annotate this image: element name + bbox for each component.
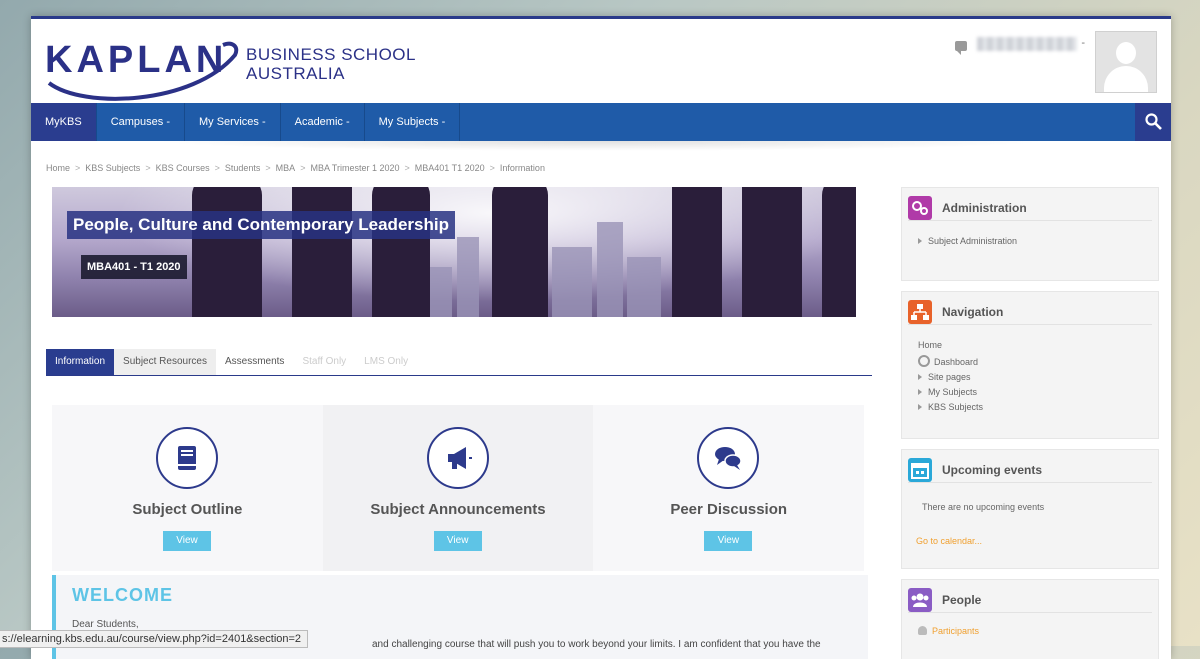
main-navbar: MyKBS Campuses - My Services - Academic … (31, 103, 1171, 141)
nav-my-subjects-link[interactable]: My Subjects (918, 387, 983, 397)
course-tabs: Information Subject Resources Assessment… (46, 349, 872, 376)
dashboard-icon (918, 355, 930, 367)
megaphone-icon (426, 427, 489, 489)
tab-assessments[interactable]: Assessments (216, 349, 293, 375)
nav-item-academic[interactable]: Academic - (281, 103, 365, 141)
no-events-text: There are no upcoming events (922, 502, 1045, 512)
breadcrumb: Home > KBS Subjects > KBS Courses > Student… (46, 163, 545, 173)
nav-item-campuses[interactable]: Campuses - (97, 103, 185, 141)
breadcrumb-item[interactable]: Home (46, 163, 70, 173)
cogs-icon (908, 196, 932, 220)
people-block: People Participants (901, 579, 1159, 659)
view-subject-announcements-button[interactable]: View (433, 531, 482, 551)
logo-line-2: AUSTRALIA (246, 64, 345, 83)
user-caret[interactable]: - (1081, 37, 1085, 49)
logo-line-1: BUSINESS SCHOOL (246, 45, 416, 64)
tab-information[interactable]: Information (46, 349, 115, 375)
page: KAPLAN BUSINESS SCHOOL AUSTRALIA - MyKBS… (31, 16, 1171, 659)
view-subject-outline-button[interactable]: View (163, 531, 211, 551)
user-name-blurred[interactable] (977, 37, 1078, 51)
nav-shadow (151, 141, 1051, 151)
calendar-icon (908, 458, 932, 482)
course-banner: People, Culture and Contemporary Leaders… (52, 187, 856, 317)
logo-word: KAPLAN (45, 39, 228, 81)
course-title: People, Culture and Contemporary Leaders… (67, 211, 455, 239)
view-peer-discussion-button[interactable]: View (704, 531, 753, 551)
nav-item-mykbs[interactable]: MyKBS (31, 103, 97, 141)
resource-cards: Subject Outline View Subject Announcemen… (52, 405, 864, 571)
go-to-calendar-link[interactable]: Go to calendar... (916, 536, 982, 546)
book-icon (156, 427, 218, 489)
welcome-heading: WELCOME (72, 585, 173, 605)
subject-administration-item[interactable]: Subject Administration (918, 236, 1017, 246)
kaplan-logo[interactable]: KAPLAN BUSINESS SCHOOL AUSTRALIA (43, 25, 443, 105)
search-button[interactable] (1135, 103, 1171, 141)
upcoming-events-block: Upcoming events There are no upcoming ev… (901, 449, 1159, 569)
nav-item-my-subjects[interactable]: My Subjects - (365, 103, 461, 141)
avatar[interactable] (1095, 31, 1157, 93)
course-code: MBA401 - T1 2020 (81, 255, 187, 279)
messages-icon[interactable] (955, 41, 968, 55)
breadcrumb-current: Information (499, 163, 545, 173)
user-menu[interactable]: - (955, 31, 1157, 93)
nav-kbs-subjects-link[interactable]: KBS Subjects (918, 402, 983, 412)
people-title: People (942, 593, 982, 607)
sitemap-icon (908, 300, 932, 324)
avatar-body (1104, 66, 1148, 92)
status-bar-url: s://elearning.kbs.edu.au/course/view.php… (0, 630, 309, 648)
nav-home-link[interactable]: Home (918, 340, 983, 350)
breadcrumb-item[interactable]: MBA (276, 163, 296, 173)
chat-bubbles-icon (697, 427, 760, 489)
administration-title: Administration (942, 201, 1027, 215)
breadcrumb-item[interactable]: MBA Trimester 1 2020 (310, 163, 399, 173)
card-peer-discussion: Peer Discussion View (593, 405, 864, 571)
tab-staff-only[interactable]: Staff Only (293, 349, 355, 375)
card-subject-outline: Subject Outline View (52, 405, 323, 571)
welcome-greeting: Dear Students, (72, 619, 139, 630)
breadcrumb-item[interactable]: KBS Courses (156, 163, 210, 173)
search-icon (1145, 113, 1162, 130)
nav-item-my-services[interactable]: My Services - (185, 103, 281, 141)
logo-subtitle: BUSINESS SCHOOL AUSTRALIA (246, 45, 416, 83)
card-title: Subject Outline (132, 501, 243, 518)
breadcrumb-item[interactable]: KBS Subjects (85, 163, 140, 173)
breadcrumb-item[interactable]: MBA401 T1 2020 (415, 163, 485, 173)
users-icon (908, 588, 932, 612)
upcoming-events-title: Upcoming events (942, 463, 1043, 477)
nav-site-pages-link[interactable]: Site pages (918, 372, 983, 382)
administration-block: Administration Subject Administration (901, 187, 1159, 281)
navigation-block: Navigation Home Dashboard Site pages My … (901, 291, 1159, 439)
participants-link[interactable]: Participants (918, 626, 979, 636)
tab-lms-only[interactable]: LMS Only (355, 349, 417, 375)
breadcrumb-item[interactable]: Students (225, 163, 261, 173)
card-title: Subject Announcements (370, 501, 546, 518)
navigation-title: Navigation (942, 305, 1004, 319)
card-title: Peer Discussion (670, 501, 788, 518)
welcome-text: and challenging course that will push yo… (372, 639, 821, 650)
nav-dashboard-link[interactable]: Dashboard (918, 355, 983, 367)
card-subject-announcements: Subject Announcements View (322, 405, 594, 571)
tab-subject-resources[interactable]: Subject Resources (114, 349, 216, 375)
avatar-head (1116, 42, 1136, 64)
participants-icon (918, 626, 927, 635)
